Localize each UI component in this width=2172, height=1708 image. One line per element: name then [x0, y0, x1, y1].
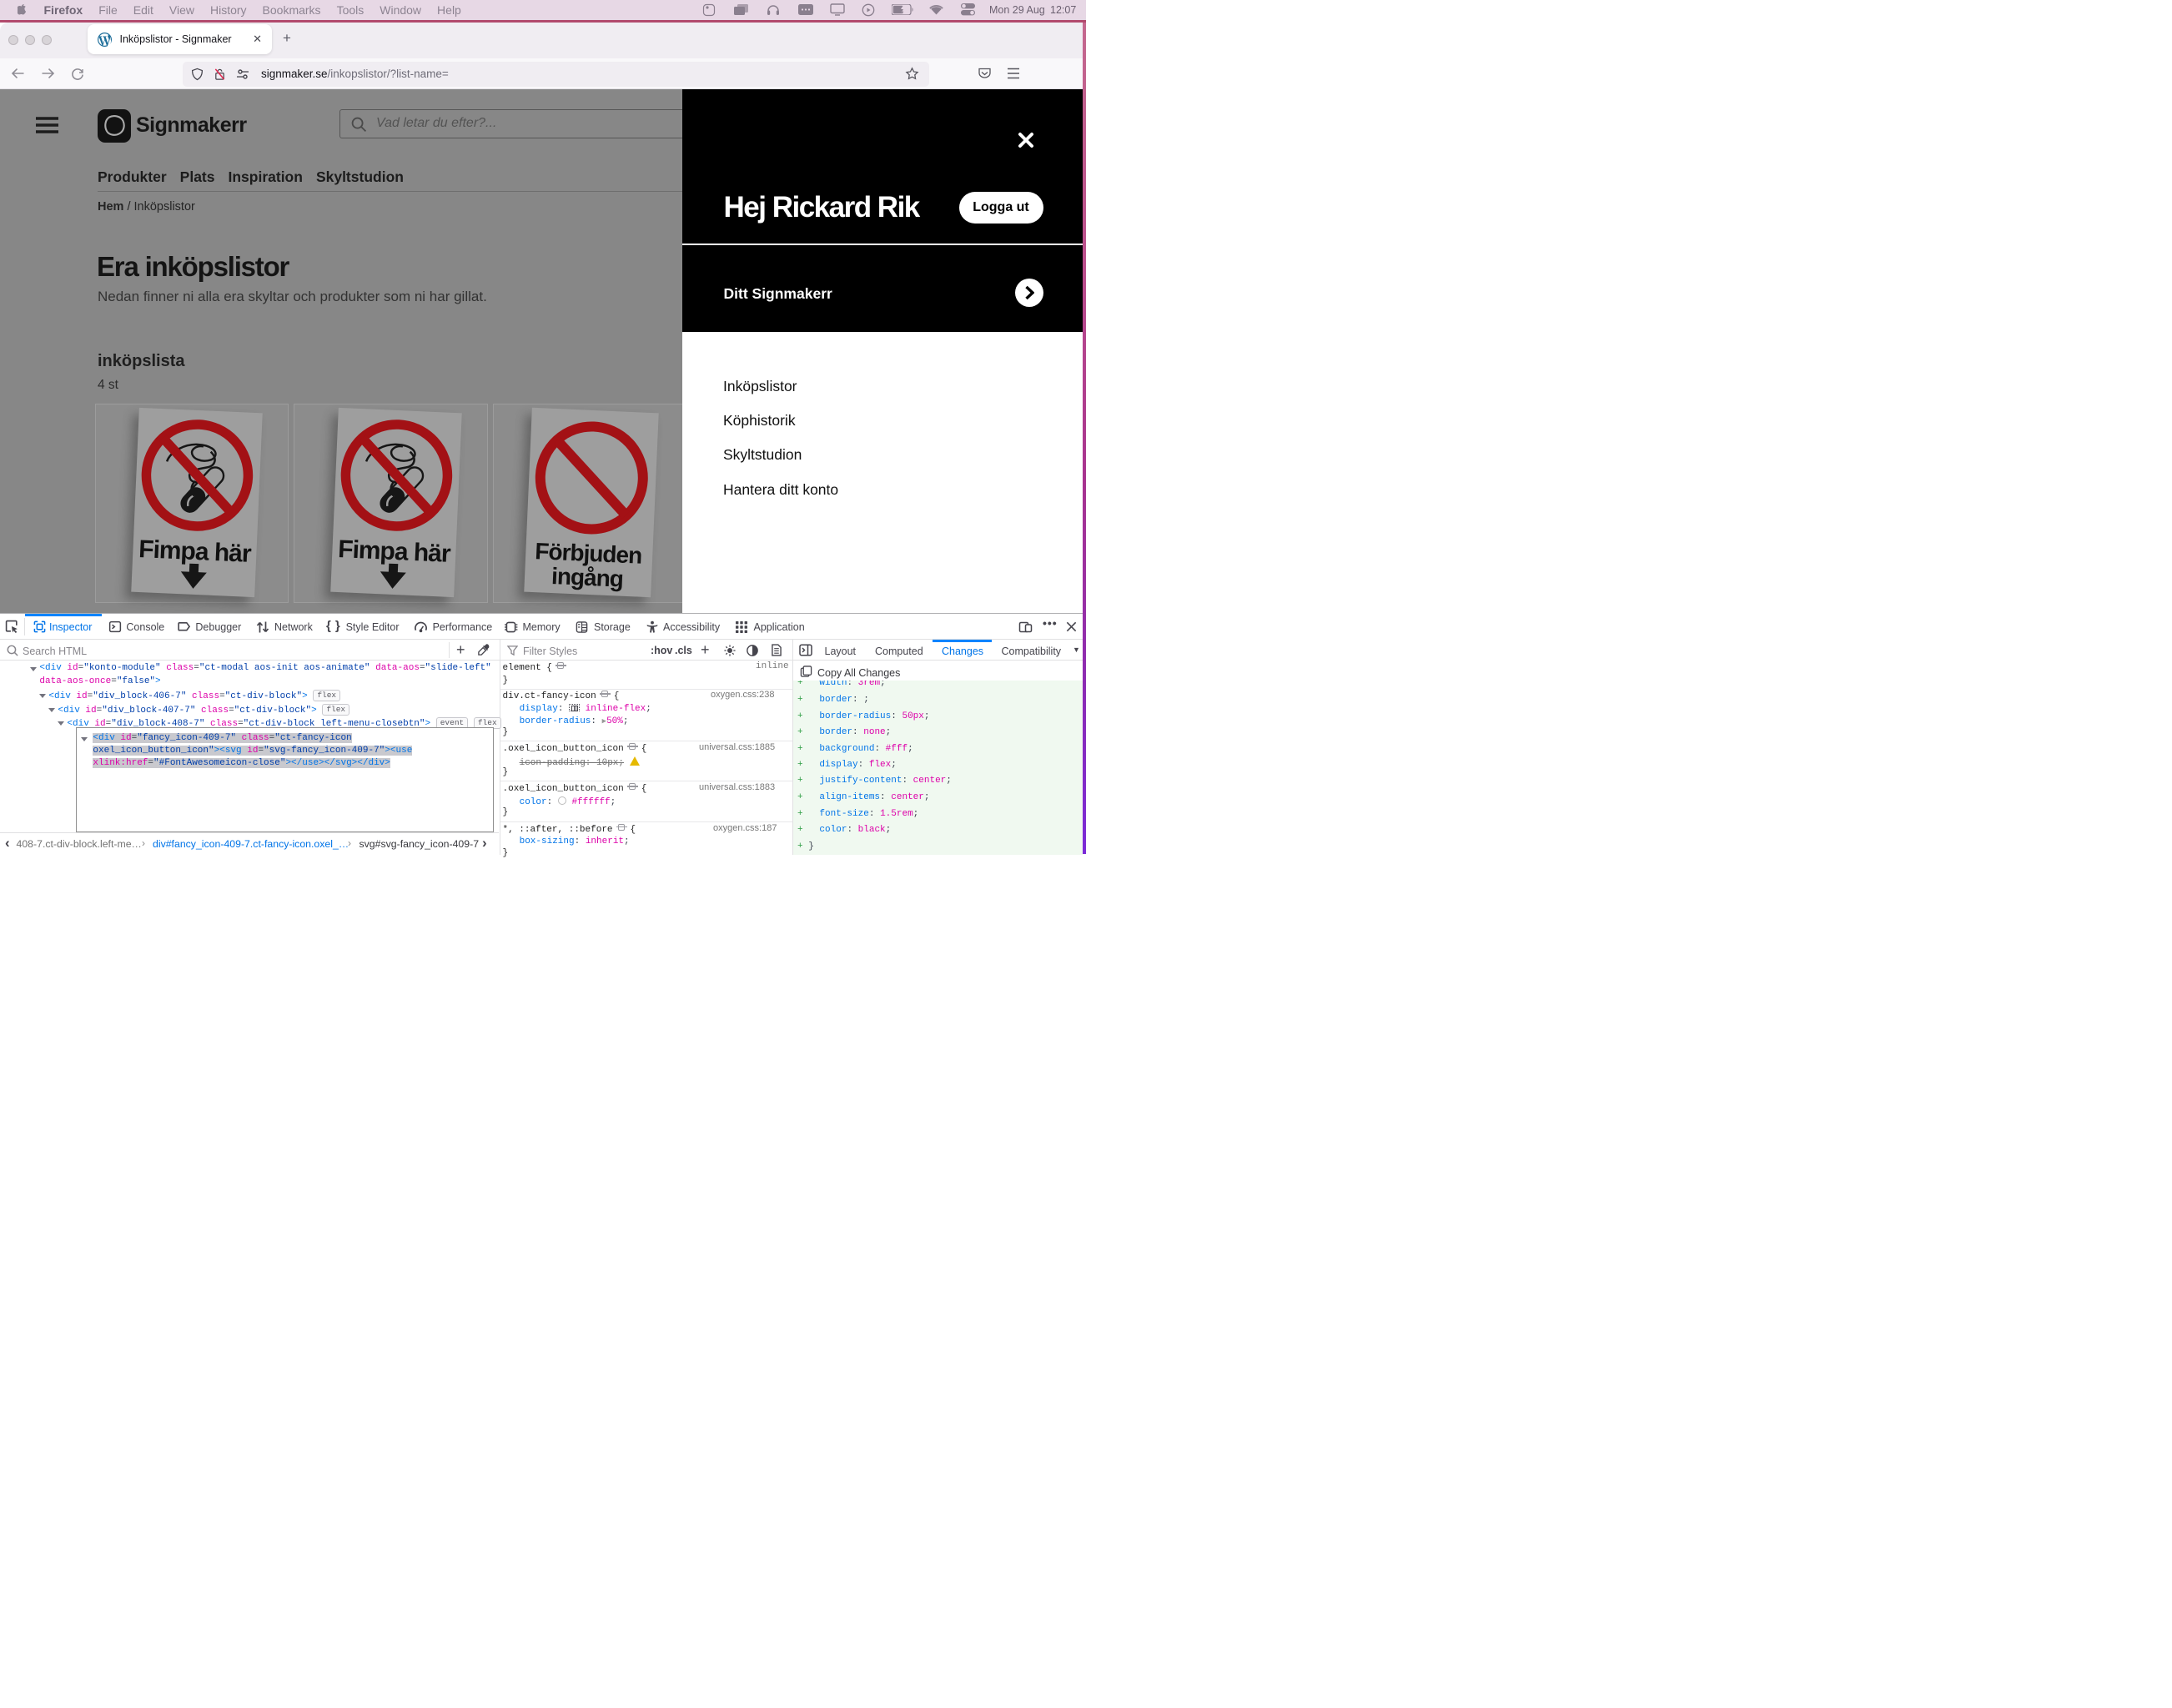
svg-text:Fimpa här: Fimpa här: [138, 535, 253, 568]
svg-text:Fimpa här: Fimpa här: [337, 535, 451, 568]
svg-text:ingång: ingång: [551, 563, 624, 592]
